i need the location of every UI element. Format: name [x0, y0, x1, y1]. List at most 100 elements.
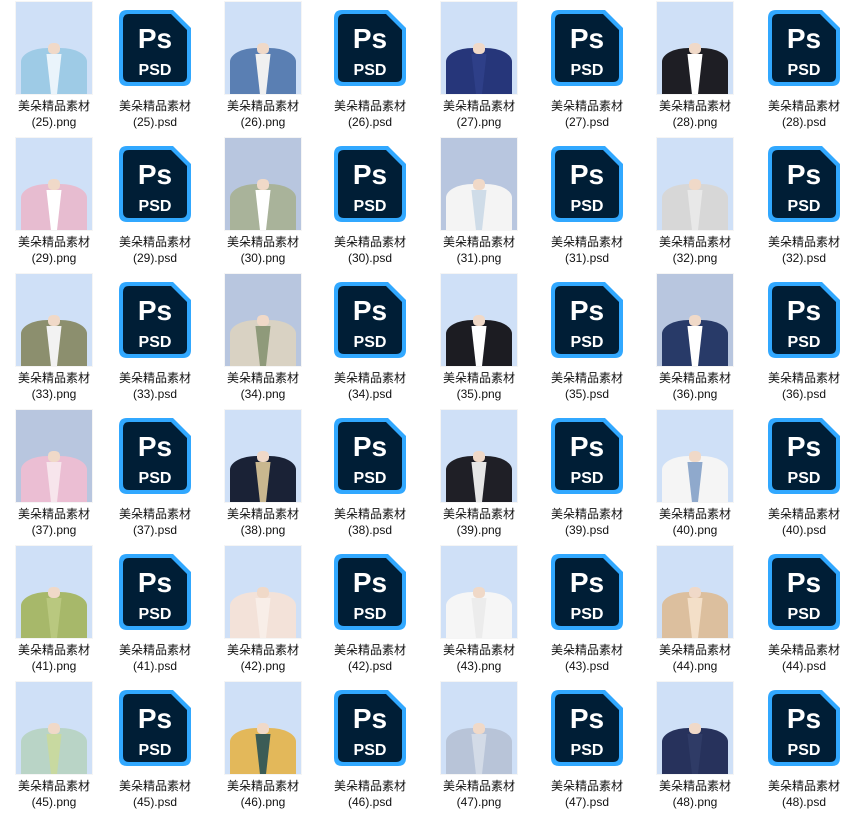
file-name-line-2: (39).psd [564, 523, 609, 537]
file-name-label: 美朵精品素材 (31).psd [551, 234, 623, 266]
file-name-line-1: 美朵精品素材 [442, 371, 515, 385]
psd-icon-bottom-text: PSD [571, 62, 604, 79]
file-name-line-1: 美朵精品素材 [118, 235, 191, 249]
file-name-label: 美朵精品素材 (31).png [443, 234, 515, 266]
neck-shape [47, 314, 61, 326]
psd-icon-bottom-text: PSD [571, 334, 604, 351]
psd-icon-bottom-text: PSD [788, 334, 821, 351]
file-name-line-1: 美朵精品素材 [17, 235, 90, 249]
file-name-line-2: (28).png [672, 115, 718, 129]
file-item-psd[interactable]: Ps PSD 美朵精品素材 (38).psd [316, 408, 424, 538]
file-item-png[interactable]: 美朵精品素材 (30).png [209, 136, 317, 266]
file-item-png[interactable]: 美朵精品素材 (37).png [0, 408, 108, 538]
file-item-psd[interactable]: Ps PSD 美朵精品素材 (35).psd [533, 272, 641, 402]
file-name-line-1: 美朵精品素材 [226, 235, 299, 249]
file-item-psd[interactable]: Ps PSD 美朵精品素材 (32).psd [750, 136, 843, 266]
file-name-line-2: (37).png [31, 523, 77, 537]
file-item-psd[interactable]: Ps PSD 美朵精品素材 (25).psd [101, 0, 209, 130]
psd-file-icon: Ps PSD [551, 690, 623, 766]
file-item-psd[interactable]: Ps PSD 美朵精品素材 (29).psd [101, 136, 209, 266]
psd-icon-container: Ps PSD [316, 0, 424, 96]
file-item-png[interactable]: 美朵精品素材 (31).png [425, 136, 533, 266]
file-name-line-1: 美朵精品素材 [333, 235, 406, 249]
file-item-psd[interactable]: Ps PSD 美朵精品素材 (45).psd [101, 680, 209, 810]
file-name-label: 美朵精品素材 (32).png [659, 234, 731, 266]
neck-shape [47, 178, 61, 190]
file-name-label: 美朵精品素材 (47).psd [551, 778, 623, 810]
file-item-psd[interactable]: Ps PSD 美朵精品素材 (28).psd [750, 0, 843, 130]
file-item-png[interactable]: 美朵精品素材 (44).png [641, 544, 749, 674]
file-name-label: 美朵精品素材 (48).psd [768, 778, 840, 810]
psd-icon-container: Ps PSD [750, 680, 843, 776]
psd-icon-container: Ps PSD [750, 136, 843, 232]
psd-icon-container: Ps PSD [533, 136, 641, 232]
file-item-psd[interactable]: Ps PSD 美朵精品素材 (31).psd [533, 136, 641, 266]
file-item-png[interactable]: 美朵精品素材 (28).png [641, 0, 749, 130]
file-item-psd[interactable]: Ps PSD 美朵精品素材 (27).psd [533, 0, 641, 130]
file-item-png[interactable]: 美朵精品素材 (45).png [0, 680, 108, 810]
file-item-png[interactable]: 美朵精品素材 (46).png [209, 680, 317, 810]
png-thumbnail [441, 546, 517, 638]
file-name-label: 美朵精品素材 (40).png [659, 506, 731, 538]
psd-icon-top-text: Ps [787, 23, 821, 54]
file-item-psd[interactable]: Ps PSD 美朵精品素材 (42).psd [316, 544, 424, 674]
file-item-psd[interactable]: Ps PSD 美朵精品素材 (41).psd [101, 544, 209, 674]
file-item-psd[interactable]: Ps PSD 美朵精品素材 (47).psd [533, 680, 641, 810]
file-item-png[interactable]: 美朵精品素材 (34).png [209, 272, 317, 402]
psd-icon-container: Ps PSD [316, 680, 424, 776]
psd-icon-container: Ps PSD [533, 680, 641, 776]
image-thumbnail-container [641, 544, 749, 640]
psd-icon-container: Ps PSD [750, 0, 843, 96]
file-item-psd[interactable]: Ps PSD 美朵精品素材 (39).psd [533, 408, 641, 538]
file-item-png[interactable]: 美朵精品素材 (26).png [209, 0, 317, 130]
file-item-png[interactable]: 美朵精品素材 (32).png [641, 136, 749, 266]
psd-icon-top-text: Ps [787, 567, 821, 598]
file-item-psd[interactable]: Ps PSD 美朵精品素材 (46).psd [316, 680, 424, 810]
file-item-psd[interactable]: Ps PSD 美朵精品素材 (37).psd [101, 408, 209, 538]
file-item-psd[interactable]: Ps PSD 美朵精品素材 (48).psd [750, 680, 843, 810]
file-item-psd[interactable]: Ps PSD 美朵精品素材 (40).psd [750, 408, 843, 538]
file-item-psd[interactable]: Ps PSD 美朵精品素材 (44).psd [750, 544, 843, 674]
file-item-png[interactable]: 美朵精品素材 (33).png [0, 272, 108, 402]
file-item-png[interactable]: 美朵精品素材 (38).png [209, 408, 317, 538]
file-item-png[interactable]: 美朵精品素材 (27).png [425, 0, 533, 130]
file-name-line-1: 美朵精品素材 [442, 99, 515, 113]
file-item-png[interactable]: 美朵精品素材 (41).png [0, 544, 108, 674]
file-name-line-2: (38).png [240, 523, 286, 537]
file-item-png[interactable]: 美朵精品素材 (47).png [425, 680, 533, 810]
psd-icon-bottom-text: PSD [571, 742, 604, 759]
file-item-png[interactable]: 美朵精品素材 (29).png [0, 136, 108, 266]
file-item-png[interactable]: 美朵精品素材 (25).png [0, 0, 108, 130]
file-name-label: 美朵精品素材 (25).png [18, 98, 90, 130]
image-thumbnail-container [425, 272, 533, 368]
neck-shape [256, 42, 270, 54]
file-item-png[interactable]: 美朵精品素材 (42).png [209, 544, 317, 674]
file-item-psd[interactable]: Ps PSD 美朵精品素材 (36).psd [750, 272, 843, 402]
file-item-png[interactable]: 美朵精品素材 (40).png [641, 408, 749, 538]
file-item-psd[interactable]: Ps PSD 美朵精品素材 (34).psd [316, 272, 424, 402]
psd-icon-top-text: Ps [353, 431, 387, 462]
psd-icon-bottom-text: PSD [354, 334, 387, 351]
psd-file-icon: Ps PSD [119, 690, 191, 766]
file-item-png[interactable]: 美朵精品素材 (35).png [425, 272, 533, 402]
file-item-psd[interactable]: Ps PSD 美朵精品素材 (43).psd [533, 544, 641, 674]
neck-shape [472, 450, 486, 462]
file-item-psd[interactable]: Ps PSD 美朵精品素材 (33).psd [101, 272, 209, 402]
file-item-png[interactable]: 美朵精品素材 (43).png [425, 544, 533, 674]
psd-icon-bottom-text: PSD [139, 198, 172, 215]
psd-file-icon: Ps PSD [768, 146, 840, 222]
psd-icon-top-text: Ps [353, 23, 387, 54]
file-name-line-1: 美朵精品素材 [333, 99, 406, 113]
psd-file-icon: Ps PSD [119, 554, 191, 630]
file-item-png[interactable]: 美朵精品素材 (48).png [641, 680, 749, 810]
file-name-label: 美朵精品素材 (38).png [227, 506, 299, 538]
file-name-label: 美朵精品素材 (28).png [659, 98, 731, 130]
file-item-png[interactable]: 美朵精品素材 (36).png [641, 272, 749, 402]
file-item-psd[interactable]: Ps PSD 美朵精品素材 (26).psd [316, 0, 424, 130]
png-thumbnail [657, 274, 733, 366]
file-item-png[interactable]: 美朵精品素材 (39).png [425, 408, 533, 538]
file-item-psd[interactable]: Ps PSD 美朵精品素材 (30).psd [316, 136, 424, 266]
file-name-line-1: 美朵精品素材 [767, 507, 840, 521]
psd-file-icon: Ps PSD [768, 418, 840, 494]
file-name-line-1: 美朵精品素材 [550, 507, 623, 521]
